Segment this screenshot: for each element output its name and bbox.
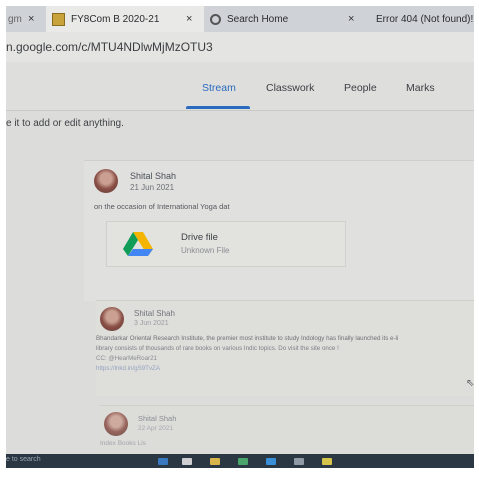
tab-classwork[interactable]: Classwork bbox=[266, 82, 314, 94]
close-icon[interactable]: × bbox=[28, 13, 34, 25]
store-icon[interactable] bbox=[210, 458, 220, 465]
permission-hint: e it to add or edit anything. bbox=[6, 118, 124, 129]
avatar bbox=[100, 307, 124, 331]
post-author: Shital Shah bbox=[138, 414, 177, 423]
tab-title: Error 404 (Not found)!!1 bbox=[376, 13, 474, 25]
error-page-icon bbox=[368, 13, 372, 25]
mouse-cursor-icon: ⇖ bbox=[466, 378, 474, 389]
active-tab-indicator bbox=[186, 106, 250, 109]
tab-marks[interactable]: Marks bbox=[406, 82, 435, 94]
post-text: Index Books Lis bbox=[100, 440, 146, 447]
stream-post[interactable]: Shital Shah 21 Jun 2021 on the occasion … bbox=[84, 160, 474, 301]
tab-title: gm bbox=[8, 13, 22, 25]
tab-gmail[interactable]: gm × bbox=[6, 6, 46, 32]
post-author: Shital Shah bbox=[134, 309, 175, 318]
taskbar-search[interactable]: e to search bbox=[6, 456, 41, 463]
tab-search-home[interactable]: Search Home × bbox=[204, 6, 364, 32]
close-icon[interactable]: × bbox=[186, 13, 192, 25]
file-explorer-icon[interactable] bbox=[182, 458, 192, 465]
tab-fy8com[interactable]: FY8Com B 2020-21 × bbox=[46, 6, 204, 32]
tab-error-404[interactable]: Error 404 (Not found)!!1 bbox=[364, 6, 474, 32]
mail-icon[interactable] bbox=[238, 458, 248, 465]
classroom-page: Stream Classwork People Marks e it to ad… bbox=[6, 62, 474, 455]
windows-taskbar: e to search bbox=[6, 454, 474, 468]
browser-tab-bar: gm × FY8Com B 2020-21 × Search Home × Er… bbox=[6, 6, 474, 32]
photos-icon[interactable] bbox=[294, 458, 304, 465]
post-link[interactable]: https://lnkd.in/gS9TvZA bbox=[96, 365, 160, 372]
classroom-icon bbox=[52, 12, 65, 26]
post-author: Shital Shah bbox=[130, 171, 177, 181]
stream-post[interactable]: Shital Shah 3 Jun 2021 Bhandarkar Orient… bbox=[96, 300, 474, 396]
tab-stream[interactable]: Stream bbox=[202, 82, 236, 94]
post-date: 21 Jun 2021 bbox=[130, 183, 175, 192]
settings-icon bbox=[210, 13, 221, 25]
google-drive-icon bbox=[123, 232, 153, 256]
post-text-line: Bhandarkar Oriental Research Institute, … bbox=[96, 335, 399, 342]
attachment-subtitle: Unknown File bbox=[181, 246, 230, 255]
close-icon[interactable]: × bbox=[348, 13, 354, 25]
post-text-line: CC: @HearMeRoar21 bbox=[96, 355, 157, 362]
post-text: on the occasion of International Yoga da… bbox=[94, 202, 230, 211]
chrome-icon[interactable] bbox=[322, 458, 332, 465]
task-view-icon[interactable] bbox=[158, 458, 168, 465]
url-text: n.google.com/c/MTU4NDlwMjMzOTU3 bbox=[6, 40, 213, 54]
post-text-line: library consists of thousands of rare bo… bbox=[96, 345, 339, 352]
tab-title: FY8Com B 2020-21 bbox=[71, 13, 160, 25]
edge-icon[interactable] bbox=[266, 458, 276, 465]
post-date: 22 Apr 2021 bbox=[138, 425, 174, 432]
avatar bbox=[104, 412, 128, 436]
attachment-title: Drive file bbox=[181, 232, 218, 243]
address-bar[interactable]: n.google.com/c/MTU4NDlwMjMzOTU3 bbox=[6, 32, 474, 62]
avatar bbox=[94, 169, 118, 193]
stream-post[interactable]: Shital Shah 22 Apr 2021 Index Books Lis bbox=[100, 405, 474, 455]
drive-attachment[interactable]: Drive file Unknown File bbox=[106, 221, 346, 267]
post-date: 3 Jun 2021 bbox=[134, 320, 169, 327]
screen: gm × FY8Com B 2020-21 × Search Home × Er… bbox=[6, 6, 474, 468]
tab-title: Search Home bbox=[227, 13, 289, 25]
classroom-nav: Stream Classwork People Marks bbox=[6, 62, 474, 111]
tab-people[interactable]: People bbox=[344, 82, 377, 94]
